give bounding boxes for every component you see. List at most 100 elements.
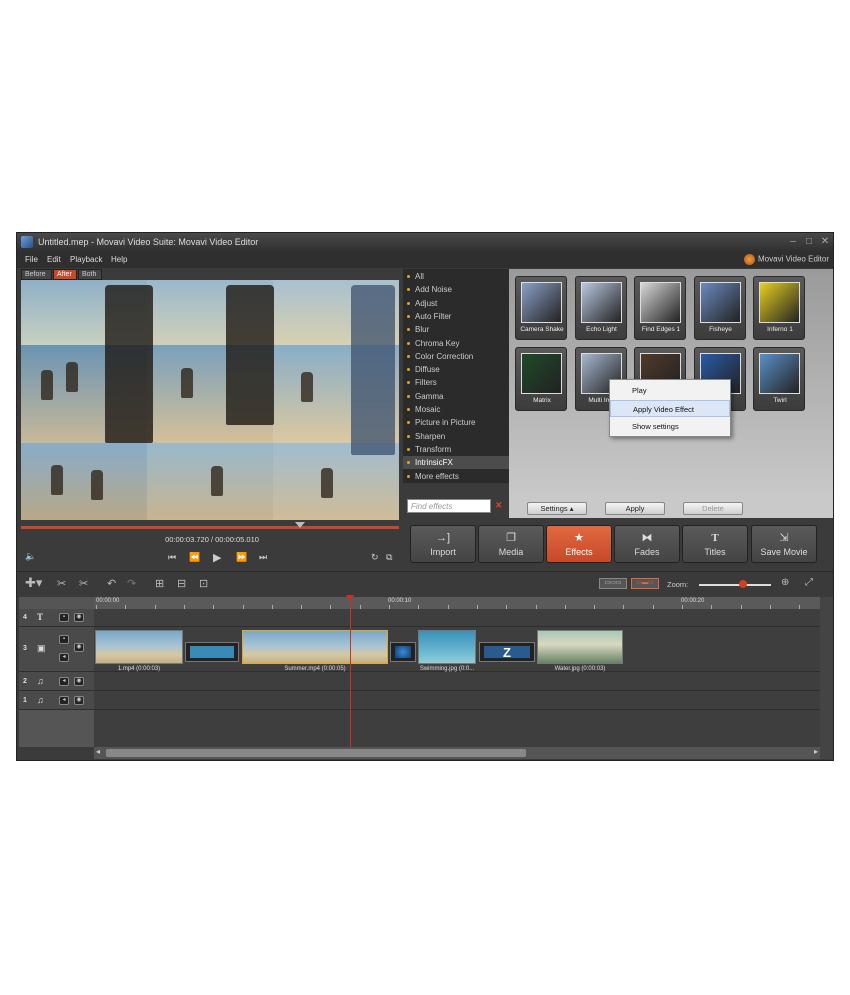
zoom-fit-icon[interactable]: ⊕ — [781, 577, 789, 588]
transition[interactable] — [390, 642, 416, 662]
minimize-button[interactable]: – — [787, 236, 799, 247]
save-movie-button[interactable]: ⇲ Save Movie — [751, 525, 817, 563]
bullet-icon — [407, 275, 410, 278]
effect-category-item[interactable]: Filters — [403, 376, 509, 389]
effect-thumbnail[interactable]: Echo Light — [574, 276, 627, 340]
effect-category-item[interactable]: Picture in Picture — [403, 416, 509, 429]
rewind-icon[interactable]: ⏪ — [189, 552, 200, 563]
delete-button[interactable]: Delete — [683, 502, 743, 515]
effect-category-item[interactable]: Auto Filter — [403, 310, 509, 323]
close-button[interactable]: ✕ — [819, 236, 831, 247]
skip-start-icon[interactable]: ⏮ — [168, 552, 176, 563]
effect-category-item[interactable]: Add Noise — [403, 283, 509, 296]
fades-button[interactable]: ⧓ Fades — [614, 525, 680, 563]
storyboard-view-button[interactable]: ▭▭▭ — [599, 578, 627, 589]
scrubber-handle[interactable] — [295, 522, 305, 528]
visibility-icon[interactable]: ◉ — [74, 613, 84, 622]
loop-icon[interactable]: ↻ — [371, 552, 379, 563]
effects-button[interactable]: ★ Effects — [546, 525, 612, 563]
settings-button[interactable]: Settings ▴ — [527, 502, 587, 515]
visibility-icon[interactable]: ◉ — [74, 677, 84, 686]
visibility-icon[interactable]: ◉ — [74, 696, 84, 705]
fast-forward-icon[interactable]: ⏩ — [236, 552, 247, 563]
effect-thumbnail[interactable]: Inferno 1 — [753, 276, 805, 340]
playhead[interactable] — [350, 597, 351, 747]
bullet-icon — [407, 301, 410, 305]
clip-properties-icon[interactable]: ⊟ — [177, 577, 186, 590]
media-button[interactable]: ❐ Media — [478, 525, 544, 563]
image-clip[interactable] — [537, 630, 623, 664]
cut-all-icon[interactable]: ✂ — [79, 577, 88, 590]
mute-icon[interactable]: ◂ — [59, 677, 69, 686]
effect-category-item[interactable]: Sharpen — [403, 430, 509, 443]
effect-category-item[interactable]: All — [403, 270, 509, 283]
video-preview[interactable] — [21, 280, 399, 520]
transition[interactable]: Z — [479, 642, 535, 662]
context-play[interactable]: Play — [610, 382, 730, 399]
redo-icon[interactable]: ↷ — [127, 577, 136, 590]
effect-category-label: Transform — [415, 444, 452, 454]
effect-category-item[interactable]: Mosaic — [403, 403, 509, 416]
effect-category-item[interactable]: IntrinsicFX — [403, 456, 509, 470]
image-clip[interactable] — [418, 630, 476, 664]
effect-thumbnail[interactable]: Camera Shake — [515, 276, 567, 340]
effect-thumbnail[interactable]: Fisheye — [693, 276, 746, 340]
undo-icon[interactable]: ↶ — [107, 577, 116, 590]
zoom-slider[interactable] — [699, 584, 771, 586]
effect-category-item[interactable]: Transform — [403, 443, 509, 456]
effect-category-item[interactable]: More effects — [403, 470, 509, 483]
zoom-slider-handle[interactable] — [739, 580, 747, 588]
apply-button[interactable]: Apply — [605, 502, 665, 515]
timeline-view-button[interactable]: ▭▬▭ — [631, 578, 659, 589]
scroll-right-icon[interactable]: ▸ — [814, 747, 818, 756]
effect-category-item[interactable]: Blur — [403, 323, 509, 336]
video-clip-selected[interactable] — [242, 630, 388, 664]
clear-search-icon[interactable]: ✕ — [495, 500, 503, 511]
crop-icon[interactable]: ⊡ — [199, 577, 208, 590]
fullscreen-icon[interactable]: ⧉ — [386, 552, 392, 563]
effect-category-item[interactable]: Diffuse — [403, 363, 509, 376]
preview-scrubber[interactable] — [21, 522, 399, 530]
effect-category-item[interactable]: Chroma Key — [403, 337, 509, 350]
context-apply-video-effect[interactable]: Apply Video Effect — [610, 400, 730, 417]
effect-thumbnail[interactable]: Find Edges 1 — [634, 276, 686, 340]
scrollbar-thumb[interactable] — [106, 749, 526, 757]
tab-both[interactable]: Both — [78, 269, 102, 280]
volume-icon[interactable]: 🔈 — [25, 551, 36, 562]
transition[interactable] — [185, 642, 239, 662]
mute-icon[interactable]: ◂ — [59, 653, 69, 662]
menu-help[interactable]: Help — [111, 255, 127, 264]
mute-icon[interactable]: ◂ — [59, 696, 69, 705]
effect-category-item[interactable]: Color Correction — [403, 350, 509, 363]
insert-clip-icon[interactable]: ⊞ — [155, 577, 164, 590]
visibility-icon[interactable]: ◉ — [74, 643, 84, 652]
track-header-3: 3 ▣ ▪ ◉ ◂ — [19, 627, 94, 672]
expand-icon[interactable]: ⤢ — [805, 577, 813, 588]
menu-playback[interactable]: Playback — [70, 255, 102, 264]
maximize-button[interactable]: □ — [803, 236, 815, 247]
tab-after[interactable]: After — [53, 269, 77, 280]
bullet-icon — [407, 447, 410, 451]
menu-edit[interactable]: Edit — [47, 255, 61, 264]
skip-end-icon[interactable]: ⏭ — [259, 552, 267, 563]
find-effects-input[interactable]: Find effects — [407, 499, 491, 513]
menu-file[interactable]: File — [25, 255, 38, 264]
vertical-scrollbar[interactable] — [820, 597, 833, 759]
add-icon[interactable]: ✚▾ — [25, 575, 42, 591]
cut-icon[interactable]: ✂ — [57, 577, 66, 590]
video-clip[interactable] — [95, 630, 183, 664]
lock-icon[interactable]: ▪ — [59, 613, 69, 622]
tab-before[interactable]: Before — [21, 269, 52, 280]
effect-thumbnail[interactable]: Matrix — [515, 347, 567, 411]
lock-icon[interactable]: ▪ — [59, 635, 69, 644]
horizontal-scrollbar[interactable]: ◂ ▸ — [94, 747, 820, 759]
play-icon[interactable]: ▶ — [213, 551, 221, 564]
effect-category-item[interactable]: Adjust — [403, 297, 509, 310]
context-show-settings[interactable]: Show settings — [610, 418, 730, 435]
titles-button[interactable]: T Titles — [682, 525, 748, 563]
timeline-ruler[interactable]: 00:00:00 00:00:10 00:00:20 — [94, 597, 820, 609]
scroll-left-icon[interactable]: ◂ — [96, 747, 100, 756]
import-button[interactable]: →] Import — [410, 525, 476, 563]
effect-thumbnail[interactable]: Twirl — [753, 347, 805, 411]
effect-category-item[interactable]: Gamma — [403, 390, 509, 403]
